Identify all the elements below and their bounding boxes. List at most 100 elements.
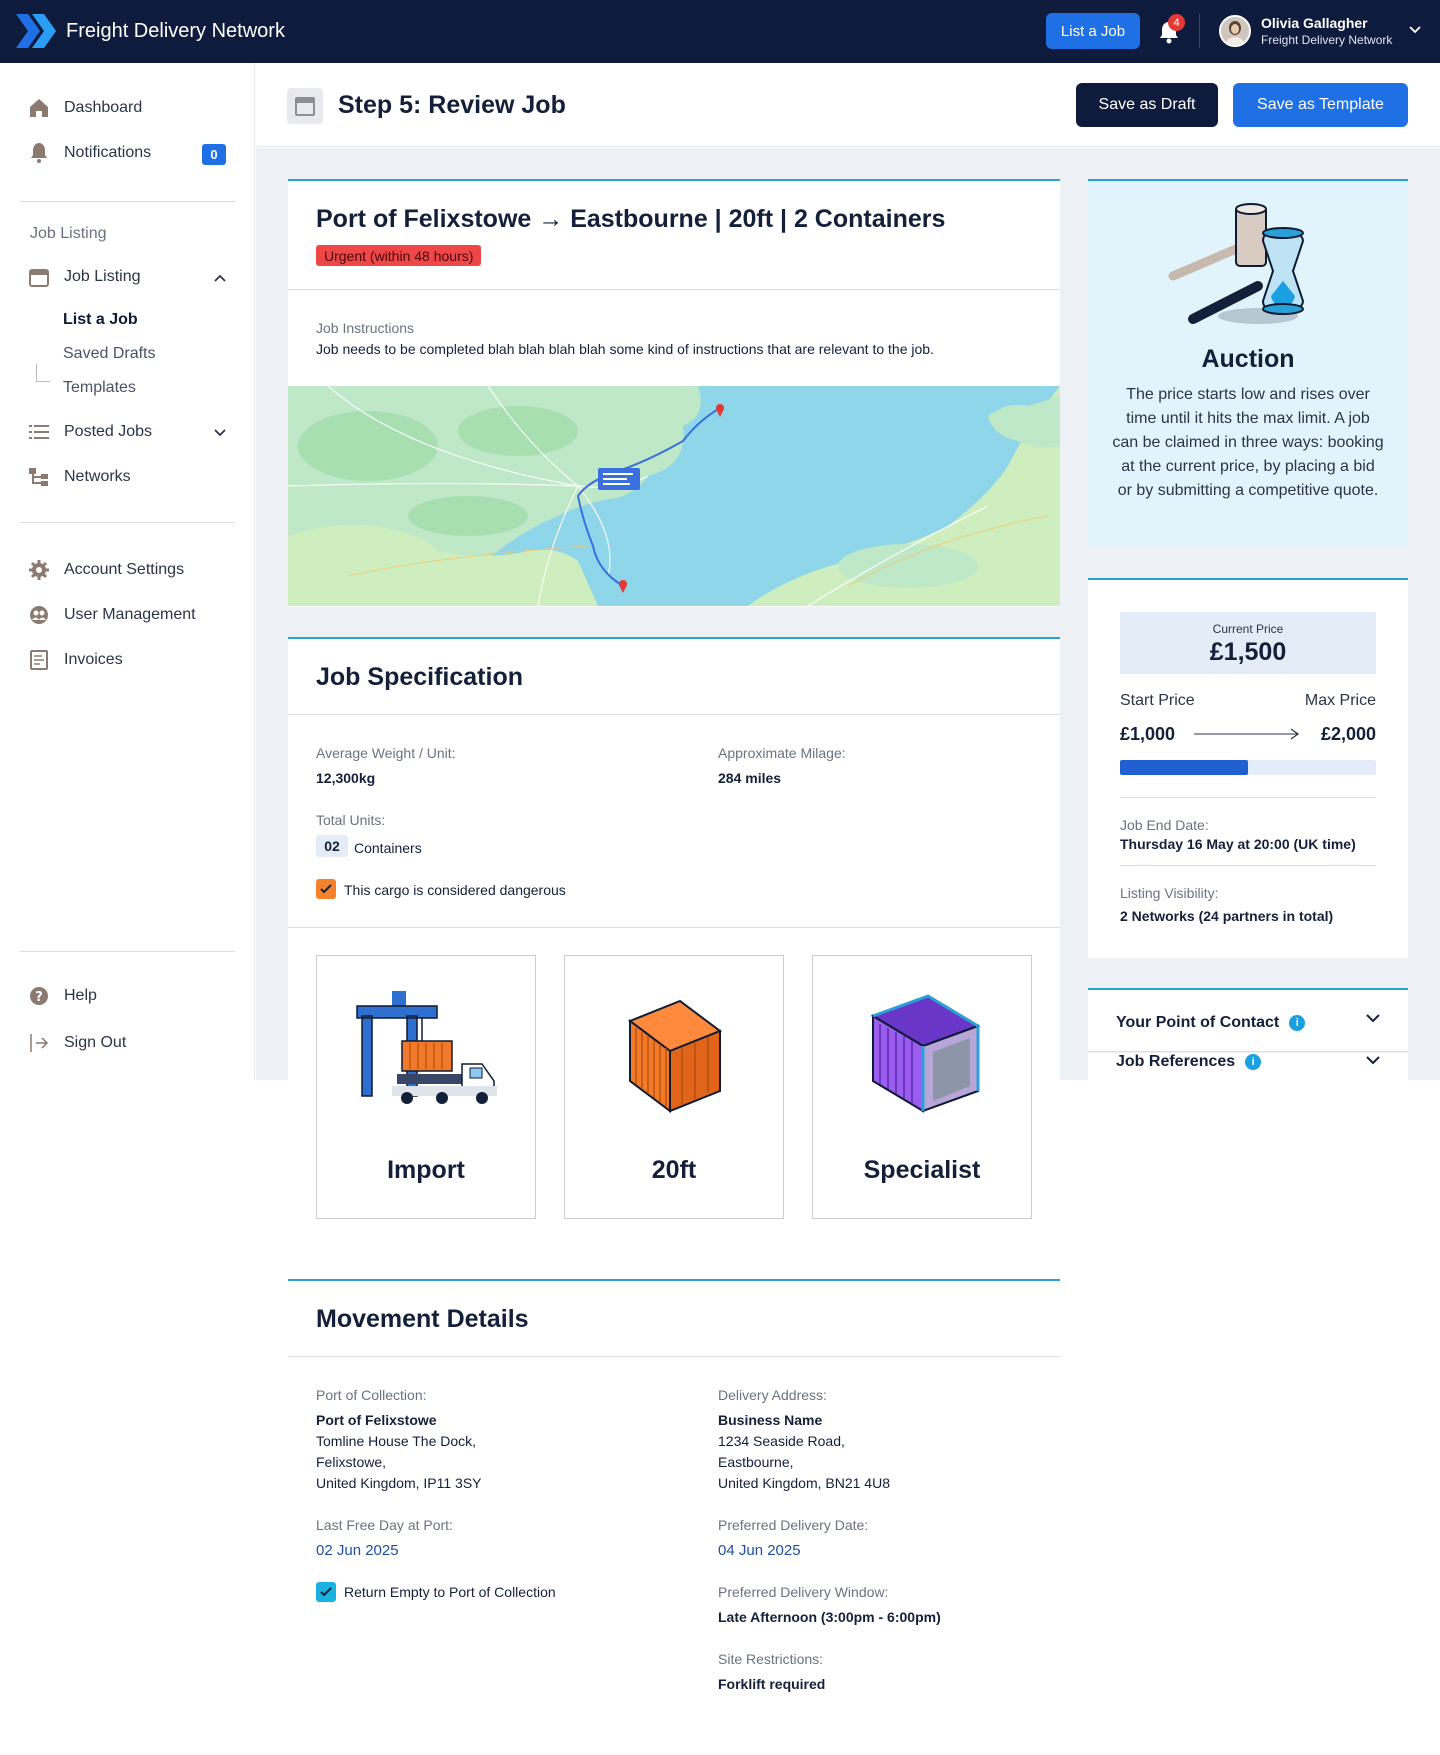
- delivery-label: Delivery Address:: [718, 1387, 827, 1403]
- app-logo-icon[interactable]: [16, 14, 58, 48]
- sidebar-item-help[interactable]: ? Help: [28, 985, 97, 1007]
- calendar-icon: [287, 88, 323, 124]
- chevron-up-icon[interactable]: [214, 274, 226, 282]
- chevron-down-icon[interactable]: [214, 429, 226, 437]
- delivery-window-value: Late Afternoon (3:00pm - 6:00pm): [718, 1609, 941, 1625]
- job-type-label: Specialist: [863, 1156, 981, 1184]
- delivery-address-line: 1234 Seaside Road,: [718, 1433, 845, 1449]
- sidebar-item-posted-jobs[interactable]: Posted Jobs: [28, 421, 152, 443]
- card-divider: [288, 927, 1060, 928]
- avg-weight-label: Average Weight / Unit:: [316, 745, 456, 761]
- page-title: Step 5: Review Job: [338, 91, 566, 119]
- sidebar: Dashboard Notifications 0 Job Listing Jo…: [0, 63, 255, 1080]
- job-type-label: 20ft: [651, 1156, 697, 1184]
- job-type-tile-20ft: 20ft: [564, 955, 784, 1219]
- checkmark-icon: [320, 1587, 332, 1597]
- collection-address-line: United Kingdom, IP11 3SY: [316, 1475, 482, 1491]
- total-units-label: Total Units:: [316, 812, 386, 828]
- last-free-day-label: Last Free Day at Port:: [316, 1517, 453, 1533]
- route-map[interactable]: [288, 386, 1060, 606]
- sidebar-item-networks[interactable]: Networks: [28, 466, 131, 488]
- chevron-down-icon[interactable]: [1409, 26, 1421, 34]
- card-divider: [288, 1356, 1060, 1357]
- sidebar-item-invoices[interactable]: Invoices: [28, 649, 123, 671]
- sidebar-section-heading: Job Listing: [30, 225, 107, 242]
- sidebar-divider: [20, 201, 235, 202]
- end-date-label: Job End Date:: [1120, 817, 1209, 833]
- origin-pin-icon: [716, 404, 724, 417]
- sign-out-icon: [28, 1032, 50, 1054]
- return-empty-label: Return Empty to Port of Collection: [344, 1584, 556, 1600]
- sidebar-item-account-settings[interactable]: Account Settings: [28, 559, 184, 581]
- save-as-template-button[interactable]: Save as Template: [1233, 83, 1408, 127]
- listing-visibility-value: 2 Networks (24 partners in total): [1120, 908, 1334, 924]
- site-restrictions-label: Site Restrictions:: [718, 1651, 824, 1667]
- current-price-box: Current Price £1,500: [1120, 612, 1376, 674]
- job-type-label: Import: [387, 1156, 465, 1184]
- card-divider: [1120, 865, 1376, 866]
- help-icon: ?: [28, 985, 50, 1007]
- return-empty-checkbox[interactable]: [316, 1582, 336, 1602]
- avg-weight-value: 12,300kg: [316, 770, 376, 786]
- user-name[interactable]: Olivia Gallagher: [1261, 15, 1368, 31]
- site-restrictions-value: Forklift required: [718, 1676, 826, 1692]
- port-crane-truck-icon: [356, 991, 497, 1104]
- accordion-job-references[interactable]: Job References i: [1088, 1053, 1408, 1081]
- dangerous-cargo-label: This cargo is considered dangerous: [344, 882, 566, 898]
- card-divider: [288, 289, 1060, 290]
- card-divider: [288, 714, 1060, 715]
- gear-icon: [28, 559, 50, 581]
- movement-details-card: Movement Details Port of Collection: Por…: [288, 1279, 1060, 1739]
- sidebar-subitem-saved-drafts[interactable]: Saved Drafts: [63, 345, 155, 363]
- dangerous-cargo-checkbox[interactable]: [316, 879, 336, 899]
- network-icon: [28, 466, 50, 488]
- gavel-hourglass-icon: [1168, 203, 1305, 324]
- save-as-draft-button[interactable]: Save as Draft: [1076, 83, 1218, 127]
- auction-title: Auction: [1201, 345, 1295, 373]
- accordion-point-of-contact[interactable]: Your Point of Contact i: [1088, 988, 1408, 1052]
- sidebar-item-notifications[interactable]: Notifications: [28, 142, 151, 164]
- sidebar-item-label: Account Settings: [64, 561, 185, 578]
- preferred-date-value: 04 Jun 2025: [718, 1542, 801, 1559]
- job-title: Port of Felixstowe → Eastbourne | 20ft |…: [316, 205, 946, 233]
- chevron-down-icon[interactable]: [1366, 1014, 1380, 1023]
- info-icon[interactable]: i: [1245, 1054, 1262, 1070]
- arrow-right-icon: [1194, 728, 1300, 740]
- accordion-title: Your Point of Contact: [1116, 1014, 1280, 1031]
- sidebar-item-job-listing[interactable]: Job Listing: [28, 266, 141, 288]
- sidebar-divider: [20, 951, 235, 952]
- bell-icon: [28, 142, 50, 164]
- price-progress-bar: [1120, 760, 1376, 775]
- urgency-badge: Urgent (within 48 hours): [316, 245, 482, 266]
- chevron-down-icon[interactable]: [1366, 1056, 1380, 1065]
- sidebar-item-sign-out[interactable]: Sign Out: [28, 1032, 126, 1054]
- auction-description: The price starts low and rises over time…: [1112, 386, 1384, 499]
- destination-pin-icon: [619, 580, 627, 593]
- app-title[interactable]: Freight Delivery Network: [66, 20, 285, 43]
- invoice-icon: [28, 649, 50, 671]
- tree-connector: [36, 364, 50, 382]
- sidebar-item-dashboard[interactable]: Dashboard: [28, 97, 142, 119]
- milage-value: 284 miles: [718, 770, 782, 786]
- sidebar-subitem-list-a-job[interactable]: List a Job: [63, 311, 138, 329]
- card-divider: [1120, 797, 1376, 798]
- collection-address-line: Tomline House The Dock,: [316, 1433, 477, 1449]
- sidebar-item-label: Invoices: [64, 651, 123, 668]
- list-a-job-button[interactable]: List a Job: [1046, 13, 1140, 49]
- sidebar-item-label: User Management: [64, 606, 196, 623]
- sidebar-subitem-templates[interactable]: Templates: [63, 379, 136, 397]
- collection-label: Port of Collection:: [316, 1387, 427, 1403]
- sidebar-item-label: Dashboard: [64, 99, 143, 116]
- info-icon[interactable]: i: [1289, 1015, 1306, 1031]
- sidebar-item-label: Posted Jobs: [64, 423, 153, 440]
- instructions-text: Job needs to be completed blah blah blah…: [316, 341, 934, 357]
- collection-name: Port of Felixstowe: [316, 1412, 437, 1428]
- current-price-label: Current Price: [1212, 622, 1284, 636]
- avatar[interactable]: [1219, 15, 1251, 47]
- delivery-address-line: Eastbourne,: [718, 1454, 794, 1470]
- job-type-tile-import: Import: [316, 955, 536, 1219]
- sidebar-item-user-management[interactable]: User Management: [28, 604, 196, 626]
- max-price-value: £2,000: [1320, 724, 1376, 744]
- collection-address-line: Felixstowe,: [316, 1454, 387, 1470]
- last-free-day-value: 02 Jun 2025: [316, 1542, 399, 1559]
